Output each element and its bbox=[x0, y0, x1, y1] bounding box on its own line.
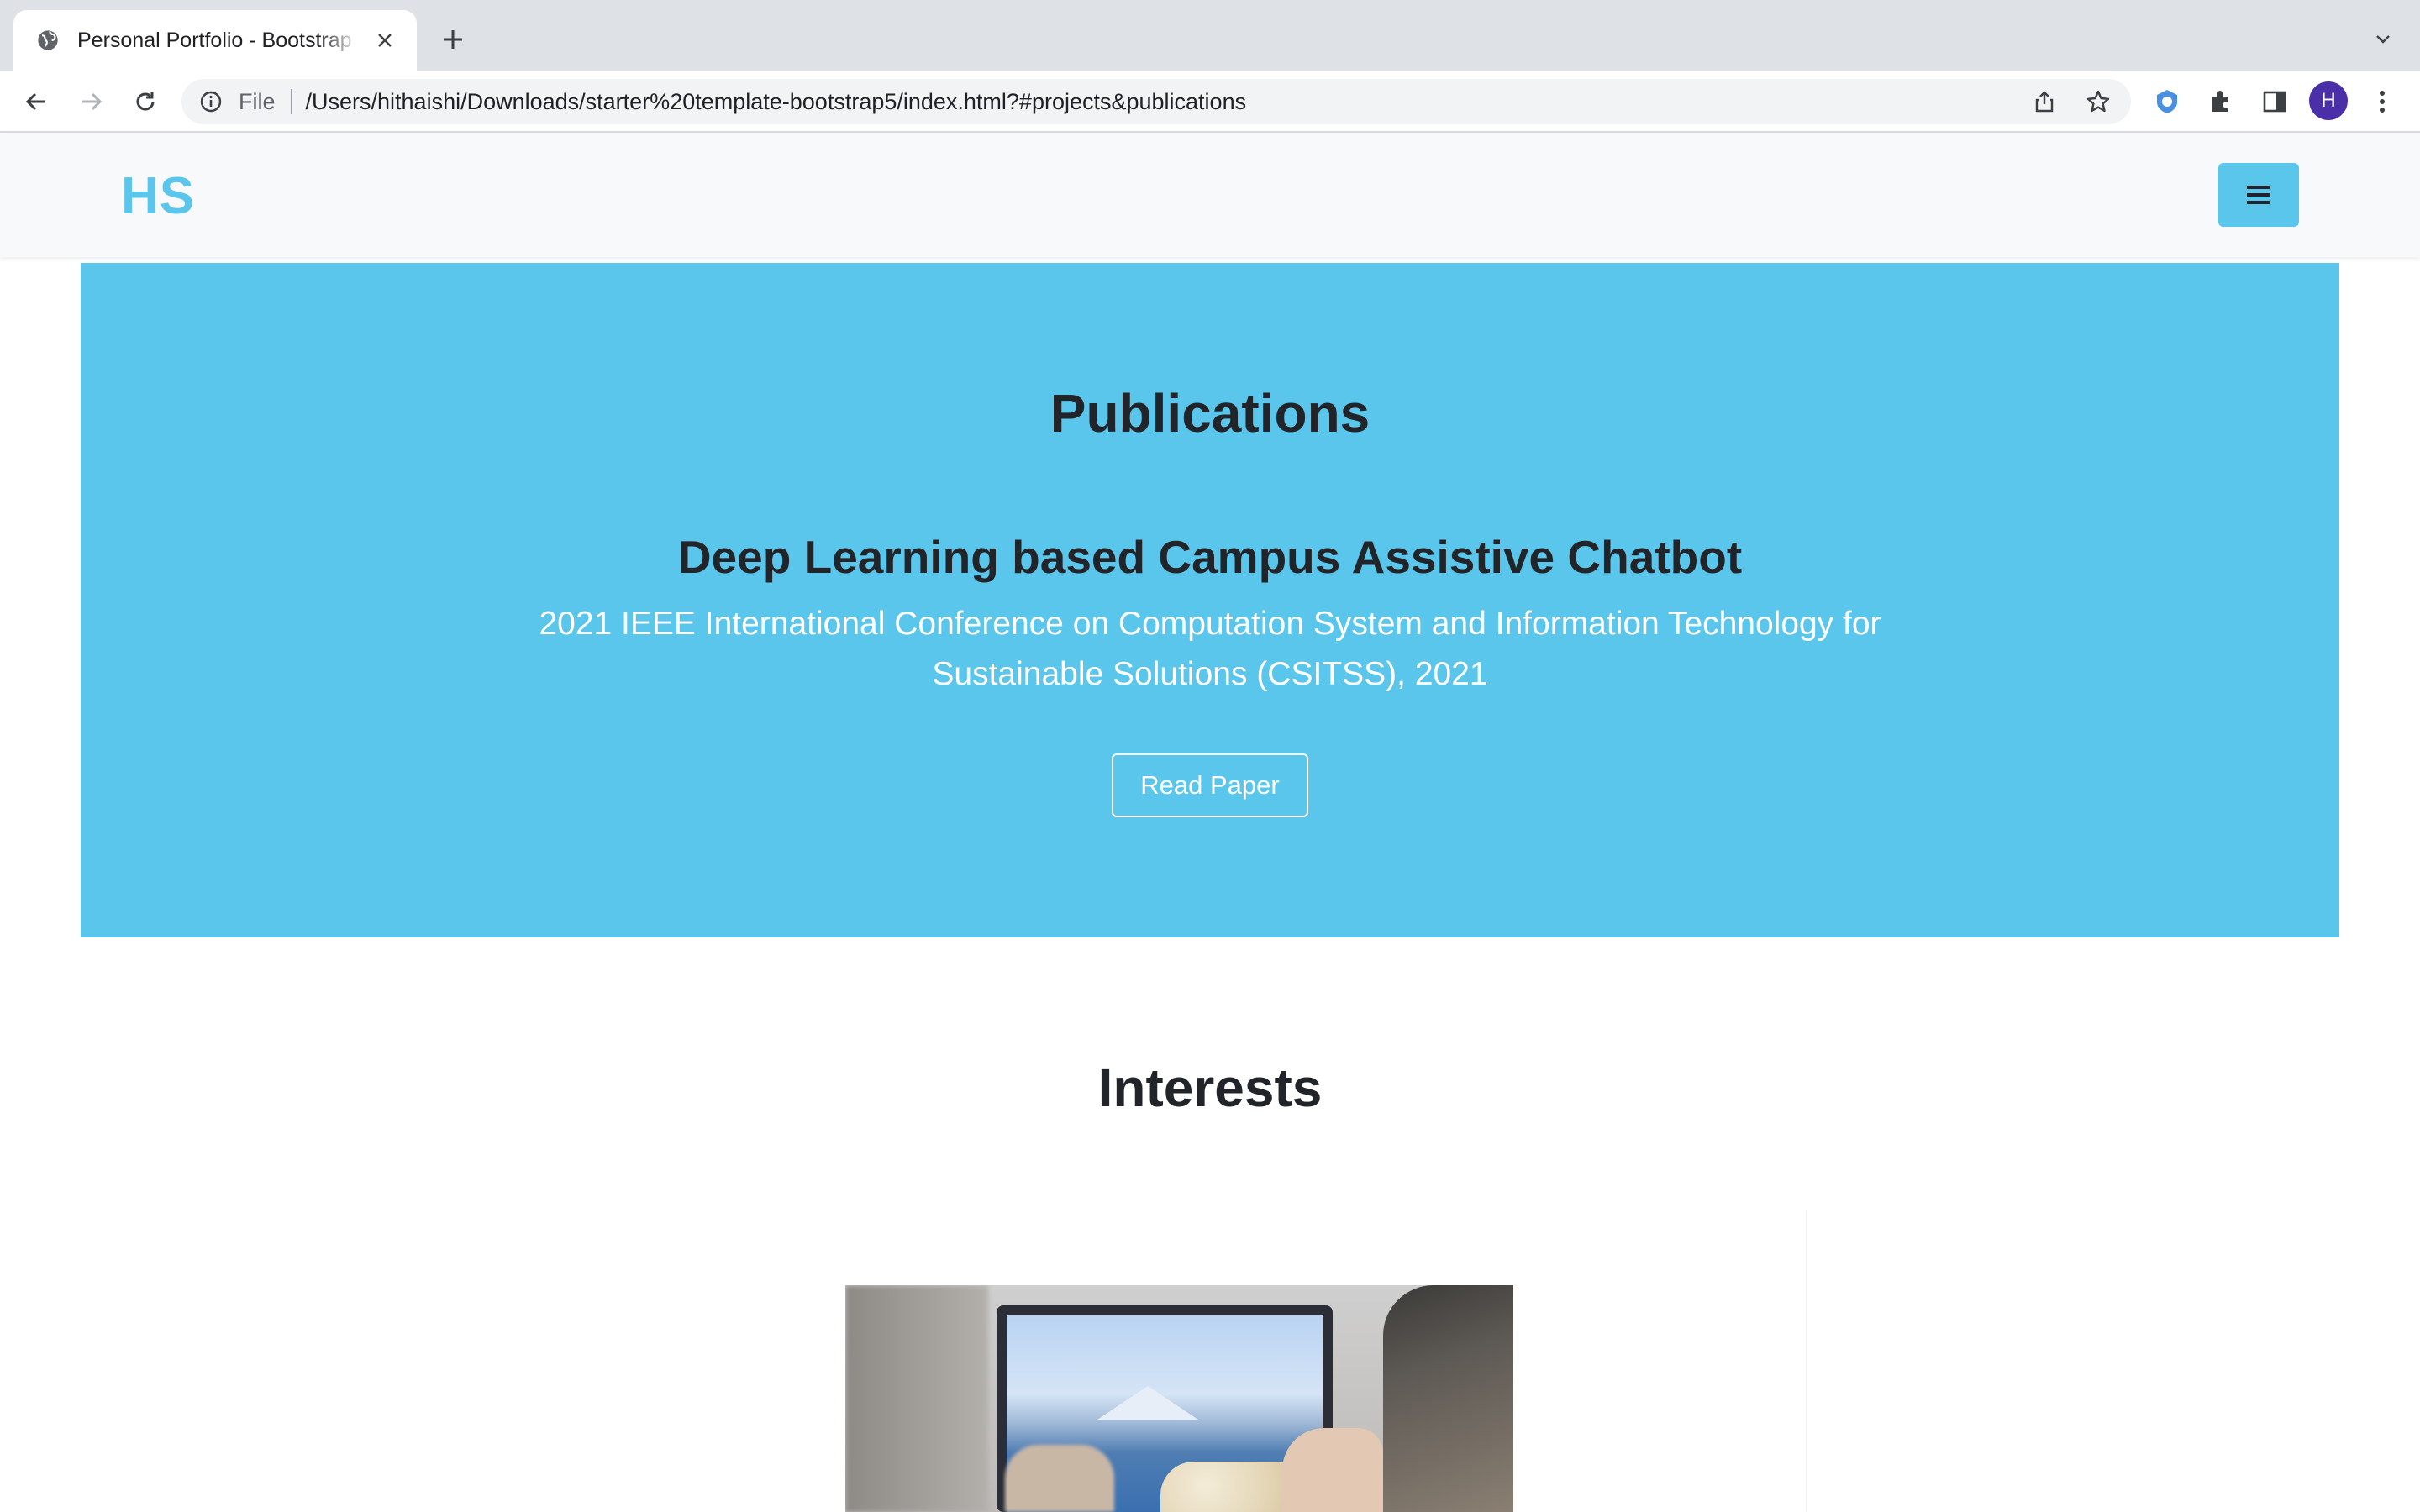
forward-arrow-icon[interactable] bbox=[72, 82, 111, 121]
extensions-puzzle-icon[interactable] bbox=[2202, 82, 2240, 121]
interest-image-movies bbox=[845, 1285, 1513, 1512]
address-scheme: File bbox=[239, 88, 276, 114]
back-arrow-icon[interactable] bbox=[17, 82, 55, 121]
reload-icon[interactable] bbox=[126, 82, 165, 121]
person-illustration bbox=[1383, 1285, 1513, 1512]
profile-avatar[interactable]: H bbox=[2309, 81, 2348, 120]
publications-heading: Publications bbox=[1050, 383, 1370, 444]
read-paper-button[interactable]: Read Paper bbox=[1112, 753, 1308, 817]
browser-tab[interactable]: Personal Portfolio - Bootstrap 5 bbox=[13, 10, 417, 71]
publication-venue: 2021 IEEE International Conference on Co… bbox=[539, 606, 1881, 692]
address-url[interactable]: /Users/hithaishi/Downloads/starter%20tem… bbox=[306, 89, 1247, 115]
publication-title: Deep Learning based Campus Assistive Cha… bbox=[677, 531, 1743, 583]
site-navbar: HS bbox=[0, 133, 2420, 257]
tab-search-chevron-icon[interactable] bbox=[2368, 24, 2398, 54]
bookmark-star-icon[interactable] bbox=[2084, 87, 2112, 116]
tab-title: Personal Portfolio - Bootstrap 5 bbox=[77, 28, 360, 52]
side-panel-icon[interactable] bbox=[2255, 82, 2294, 121]
globe-icon bbox=[35, 28, 60, 53]
interests-heading: Interests bbox=[1097, 1058, 1323, 1118]
browser-tab-strip: Personal Portfolio - Bootstrap 5 bbox=[0, 0, 2420, 71]
more-menu-icon[interactable] bbox=[2363, 82, 2402, 121]
share-icon[interactable] bbox=[2030, 87, 2059, 116]
site-brand-logo[interactable]: HS bbox=[121, 166, 195, 226]
extension-shield-icon[interactable] bbox=[2148, 82, 2186, 121]
publications-section: Publications Deep Learning based Campus … bbox=[81, 263, 2339, 937]
browser-toolbar: File /Users/hithaishi/Downloads/starter%… bbox=[0, 71, 2420, 133]
info-icon[interactable] bbox=[198, 89, 224, 114]
navbar-toggle-button[interactable] bbox=[2218, 163, 2299, 227]
new-tab-button[interactable] bbox=[435, 22, 471, 57]
column-divider bbox=[1806, 1210, 1807, 1512]
close-icon[interactable] bbox=[370, 25, 400, 55]
address-divider bbox=[290, 89, 292, 114]
address-bar[interactable]: File /Users/hithaishi/Downloads/starter%… bbox=[182, 79, 2131, 124]
hamburger-icon bbox=[2247, 186, 2270, 204]
